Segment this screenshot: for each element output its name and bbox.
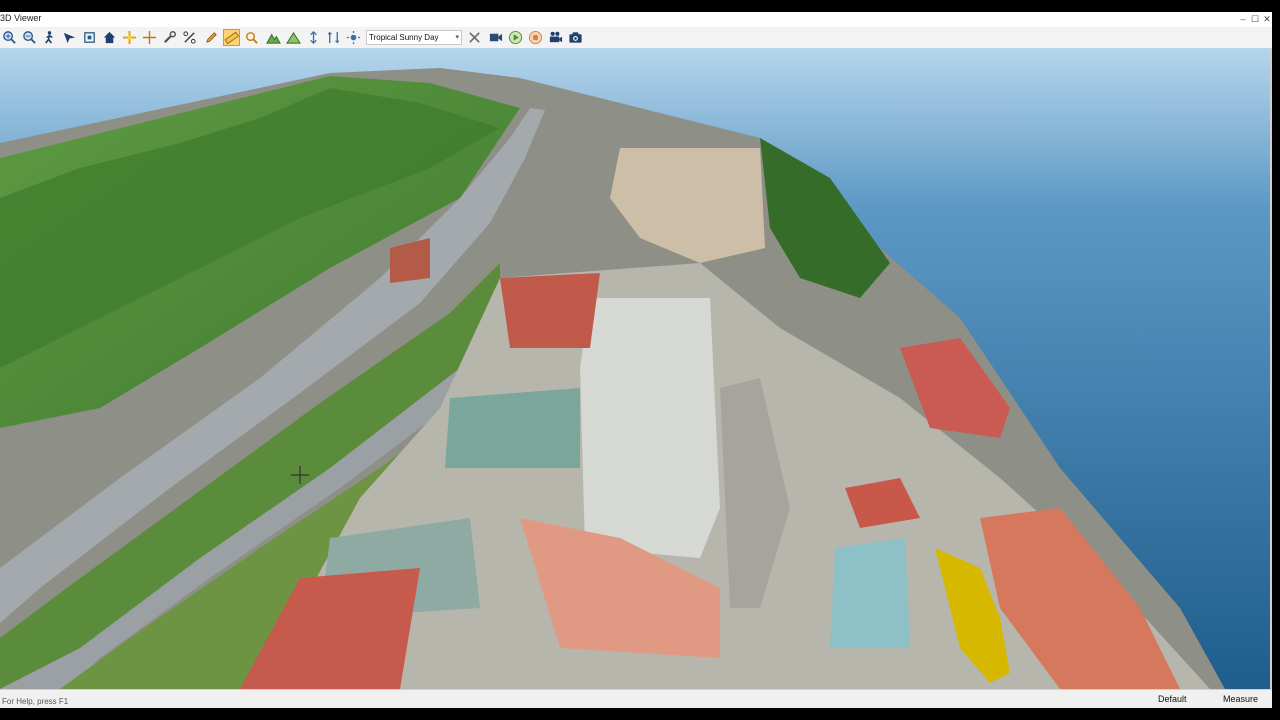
- status-tool: Measure: [1223, 694, 1259, 704]
- play-button[interactable]: [507, 29, 524, 46]
- video-camera-button[interactable]: [547, 29, 564, 46]
- terrain-edit-button[interactable]: [285, 29, 302, 46]
- pick-point-button[interactable]: [121, 29, 138, 46]
- status-mode: Default: [1158, 694, 1187, 704]
- terrain-button[interactable]: [265, 29, 282, 46]
- zoom-in-button[interactable]: [1, 29, 18, 46]
- sun-icon: [346, 30, 361, 45]
- snapshot-camera-icon: [569, 32, 582, 43]
- height-range-icon: [327, 31, 340, 44]
- crosshair-button[interactable]: [141, 29, 158, 46]
- height-range-button[interactable]: [325, 29, 342, 46]
- fit-view-icon: [84, 32, 95, 43]
- pencil-button[interactable]: [203, 29, 220, 46]
- settings-wrench-icon: [164, 31, 176, 43]
- record-button[interactable]: [487, 29, 504, 46]
- status-help-text: For Help, press F1: [2, 697, 69, 706]
- video-camera-icon: [549, 31, 563, 43]
- walk-icon: [45, 31, 53, 44]
- toolbar: Tropical Sunny Day ▾: [0, 27, 1272, 49]
- measure-button[interactable]: [223, 29, 240, 46]
- terrain-edit-icon: [286, 31, 301, 44]
- percent-icon: [183, 31, 196, 44]
- zoom-out-icon: [23, 31, 36, 44]
- chevron-down-icon: ▾: [455, 34, 459, 41]
- pick-point-icon: [122, 30, 137, 45]
- percent-button[interactable]: [181, 29, 198, 46]
- fit-view-button[interactable]: [81, 29, 98, 46]
- teal-roof-3: [830, 538, 910, 648]
- pan-hand-icon: [246, 32, 258, 44]
- teal-roof-1: [445, 388, 580, 468]
- home-button[interactable]: [101, 29, 118, 46]
- terrain-icon: [266, 33, 281, 44]
- 3d-scene: [0, 48, 1270, 689]
- environment-preset-select[interactable]: Tropical Sunny Day ▾: [366, 30, 462, 45]
- viewer-window: 3D Viewer – ☐ ✕ Tropical Sunny Day ▾ Def…: [0, 12, 1272, 709]
- window-title: 3D Viewer: [0, 13, 42, 23]
- home-icon: [103, 31, 116, 44]
- measure-ruler-icon: [224, 31, 239, 45]
- close-button[interactable]: ✕: [1260, 12, 1274, 26]
- stop-button[interactable]: [527, 29, 544, 46]
- title-bar: 3D Viewer – ☐ ✕: [0, 12, 1272, 28]
- play-icon: [508, 30, 523, 45]
- fly-icon: [63, 32, 76, 44]
- clear-icon: [469, 32, 480, 43]
- walk-button[interactable]: [41, 29, 58, 46]
- status-bar: Default Measure: [0, 689, 1272, 709]
- vertical-scrollbar[interactable]: [1270, 48, 1272, 689]
- screen-bottom-border: [0, 708, 1280, 720]
- red-roof-1: [500, 273, 600, 348]
- tall-building: [580, 298, 720, 558]
- zoom-in-icon: [3, 31, 16, 44]
- crosshair-icon: [142, 30, 157, 45]
- screen-top-border: [0, 0, 1280, 12]
- 3d-scene-viewport[interactable]: [0, 48, 1270, 689]
- pencil-icon: [206, 32, 217, 43]
- stop-icon: [528, 30, 543, 45]
- sun-button[interactable]: [345, 29, 362, 46]
- snapshot-button[interactable]: [567, 29, 584, 46]
- record-icon: [489, 33, 503, 42]
- height-icon: [310, 30, 317, 45]
- height-button[interactable]: [305, 29, 322, 46]
- pan-button[interactable]: [243, 29, 260, 46]
- environment-preset-value: Tropical Sunny Day: [369, 33, 439, 42]
- settings-wrench-button[interactable]: [161, 29, 178, 46]
- zoom-out-button[interactable]: [21, 29, 38, 46]
- clear-button[interactable]: [466, 29, 483, 46]
- fly-button[interactable]: [61, 29, 78, 46]
